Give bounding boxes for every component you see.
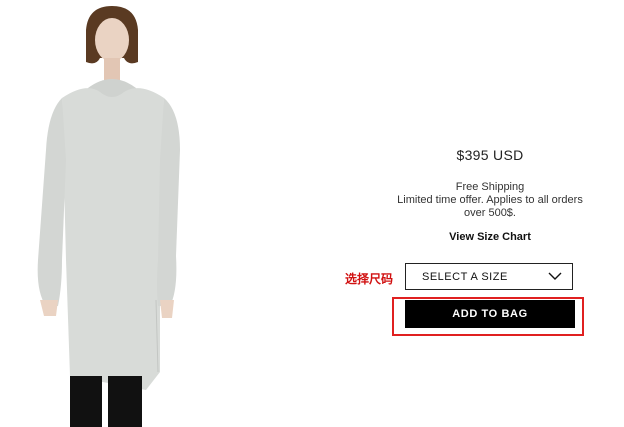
add-to-bag-button[interactable]: ADD TO BAG: [405, 300, 575, 328]
view-size-chart-link[interactable]: View Size Chart: [370, 231, 610, 243]
shipping-info: Free Shipping Limited time offer. Applie…: [370, 181, 610, 220]
size-select-value: SELECT A SIZE: [422, 270, 508, 283]
product-info-panel: $395 USD Free Shipping Limited time offe…: [370, 0, 610, 427]
shipping-offer-line1: Limited time offer. Applies to all order…: [397, 194, 583, 206]
product-price: $395 USD: [456, 147, 524, 163]
shipping-offer-line2: over 500$.: [464, 207, 516, 219]
annotation-label: 选择尺码: [345, 272, 394, 286]
chevron-down-icon: [548, 272, 562, 280]
product-image: [0, 0, 230, 427]
size-select-dropdown[interactable]: SELECT A SIZE: [405, 263, 573, 290]
shipping-title: Free Shipping: [455, 181, 525, 193]
